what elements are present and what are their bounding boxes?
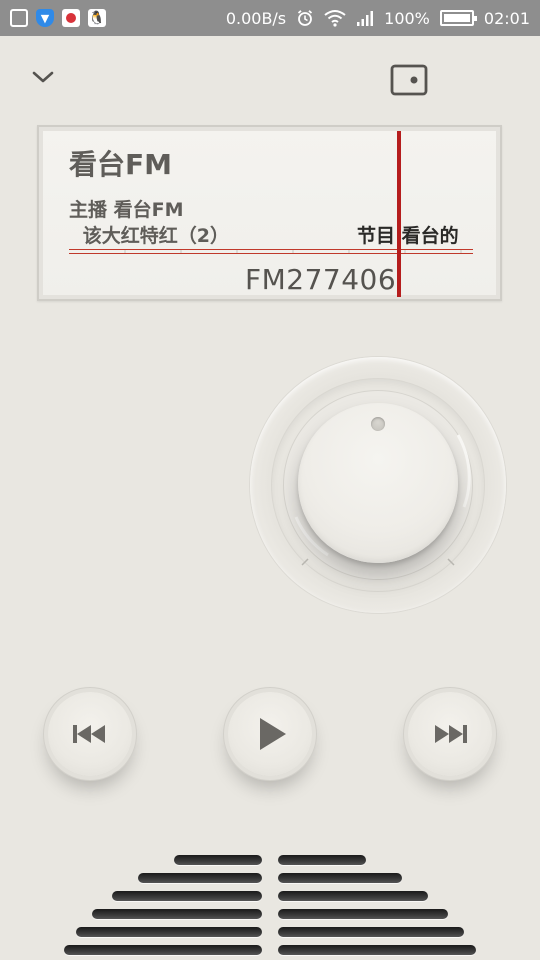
- skip-previous-icon: [73, 725, 105, 743]
- host-label: 主播 看台FM: [69, 199, 184, 221]
- grille-slot: [92, 909, 262, 919]
- grille-slot: [64, 945, 262, 955]
- grille-slot: [138, 873, 262, 883]
- grille-slot: [278, 945, 476, 955]
- skip-next-icon: [435, 725, 467, 743]
- shield-icon: ▼: [36, 9, 54, 27]
- previous-button[interactable]: [48, 692, 132, 776]
- clock: 02:01: [483, 8, 530, 28]
- grille-slot: [278, 909, 448, 919]
- grille-slot: [112, 891, 262, 901]
- tuner-display: 看台FM 主播 看台FM 该大红特红（2） 节目 看台的 FM277406: [37, 125, 502, 301]
- alarm-icon: [298, 10, 313, 26]
- grille-slot: [278, 873, 402, 883]
- frequency-readout: FM277406: [245, 263, 397, 296]
- screenshot-icon: [10, 9, 28, 27]
- station-name: 看台FM: [69, 148, 172, 181]
- card-icon[interactable]: [390, 64, 428, 96]
- program-ticker-right: 节目 看台的: [357, 225, 459, 247]
- next-button[interactable]: [408, 692, 492, 776]
- chevron-down-icon[interactable]: [30, 64, 56, 90]
- grille-slot: [76, 927, 262, 937]
- program-ticker-left: 该大红特红（2）: [53, 221, 229, 247]
- signal-icon: [357, 11, 374, 26]
- knob-indicator: [371, 417, 385, 431]
- wifi-icon: [324, 10, 346, 27]
- status-bar: ▼ 🐧 0.00B/s 100% 02:01: [0, 0, 540, 36]
- battery-percent: 100%: [384, 8, 430, 28]
- grille-slot: [278, 927, 464, 937]
- frequency-scale: [69, 249, 473, 254]
- battery-icon: [439, 10, 477, 26]
- app-notification-icon: [62, 9, 80, 27]
- speaker-grille: [0, 850, 540, 960]
- play-icon: [260, 718, 286, 750]
- net-speed: 0.00B/s: [225, 8, 287, 28]
- grille-slot: [278, 855, 366, 865]
- system-status: 0.00B/s 100% 02:01: [226, 9, 530, 28]
- grille-slot: [174, 855, 262, 865]
- tuner-needle: [397, 131, 401, 297]
- grille-slot: [278, 891, 428, 901]
- play-button[interactable]: [228, 692, 312, 776]
- notification-icons: ▼ 🐧: [10, 9, 106, 27]
- qq-icon: 🐧: [88, 9, 106, 27]
- program-ticker-left-text: 该大红特红（2）: [82, 225, 229, 247]
- tuning-knob-assembly[interactable]: [250, 357, 506, 613]
